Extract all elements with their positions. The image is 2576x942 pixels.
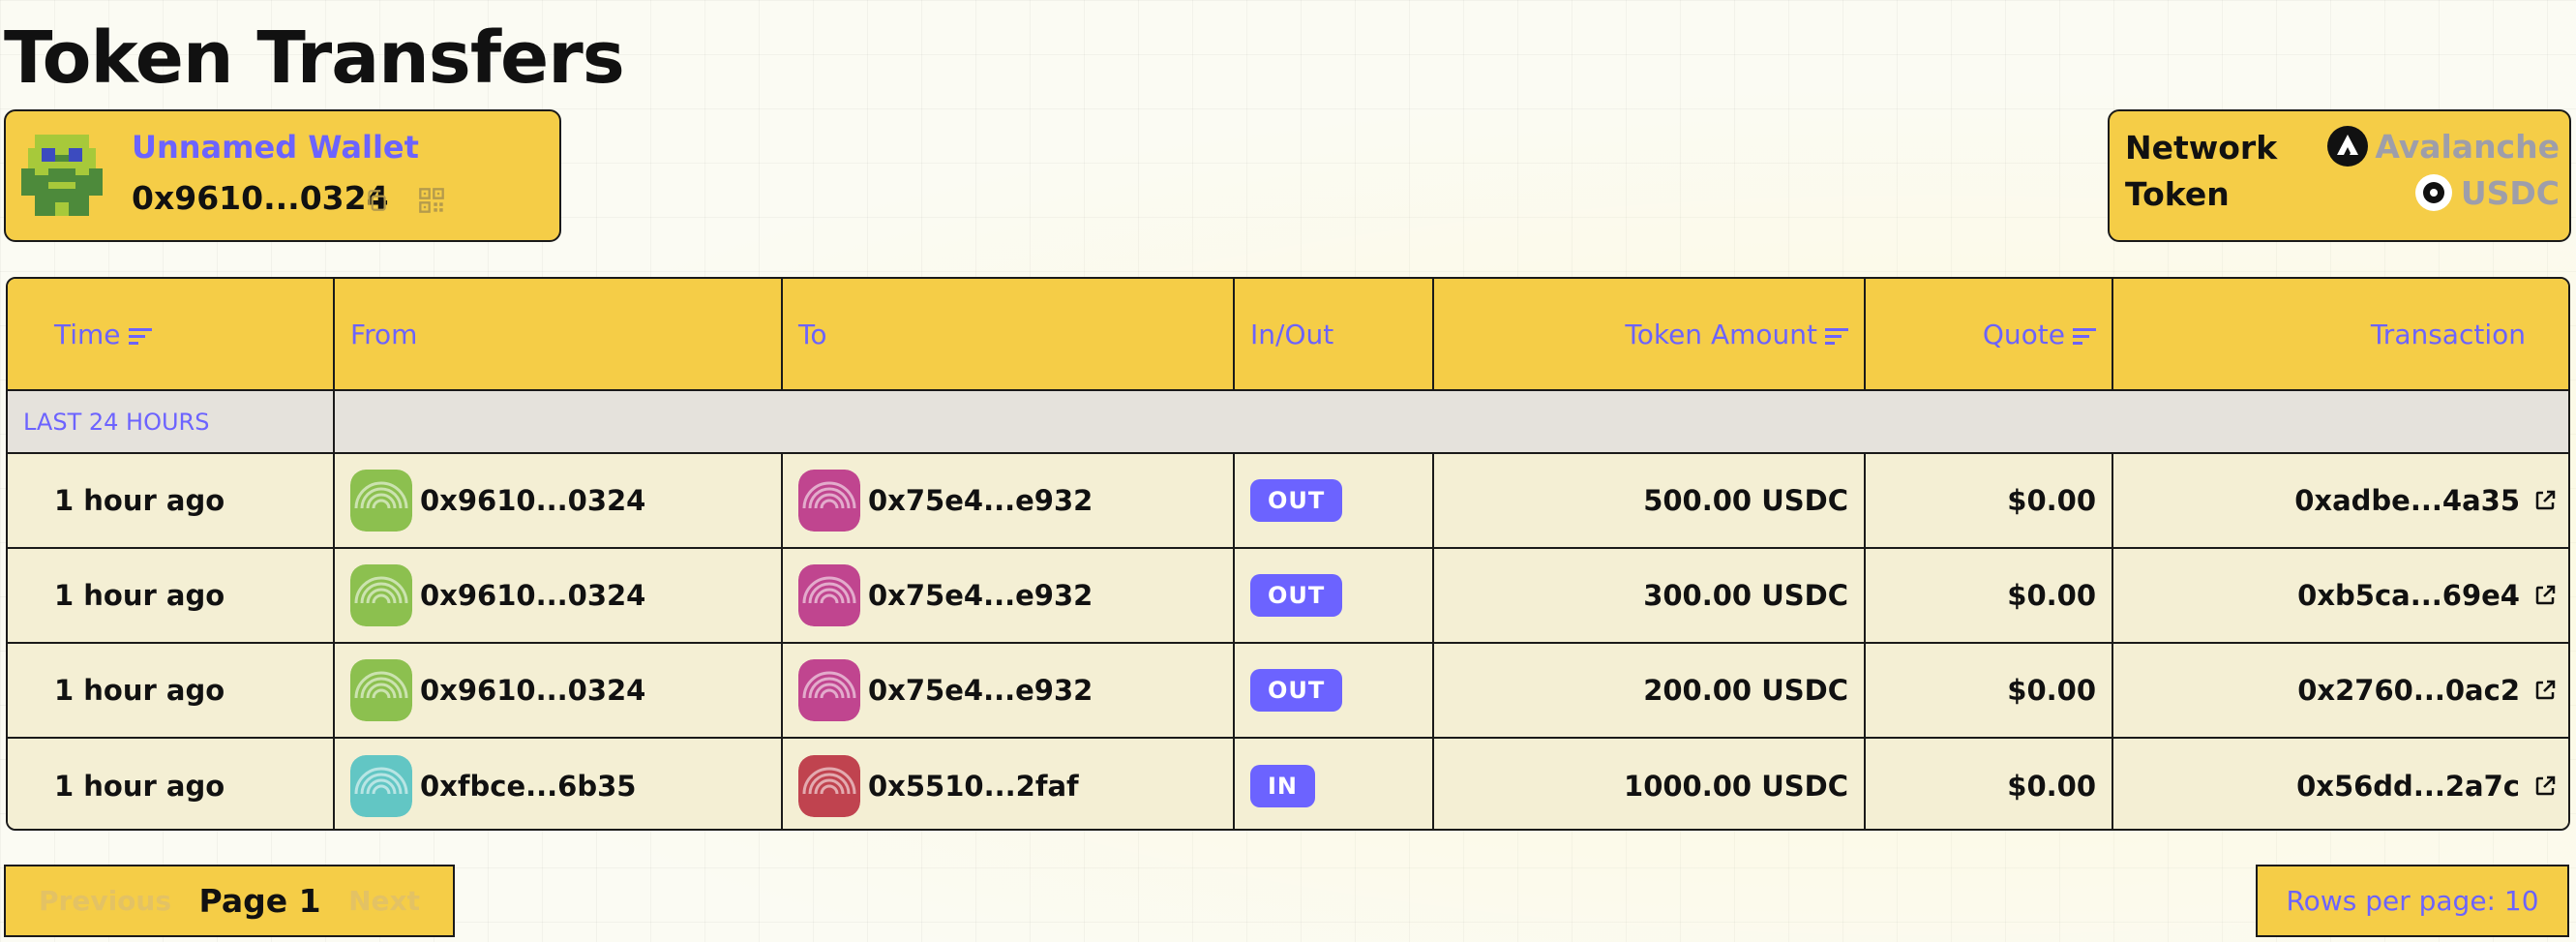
- to-cell[interactable]: 0x75e4...e932: [781, 547, 1235, 644]
- direction-badge: IN: [1250, 764, 1316, 807]
- time-cell: 1 hour ago: [8, 547, 335, 644]
- fingerprint-icon: [798, 564, 860, 626]
- fingerprint-icon: [350, 564, 412, 626]
- transaction-hash: 0xadbe...4a35: [2294, 484, 2520, 517]
- direction-cell: IN: [1233, 737, 1434, 829]
- direction-cell: OUT: [1233, 642, 1434, 739]
- wallet-avatar-icon: [21, 135, 103, 216]
- to-address: 0x5510...2faf: [868, 769, 1079, 803]
- to-address: 0x75e4...e932: [868, 674, 1093, 707]
- time-cell: 1 hour ago: [8, 737, 335, 829]
- token-label: Token: [2125, 175, 2230, 213]
- table-row: 1 hour ago 0x9610...0324 0x75e4...e932 OUT 5…: [8, 452, 2568, 549]
- qr-code-icon[interactable]: [418, 187, 445, 214]
- to-address: 0x75e4...e932: [868, 484, 1093, 517]
- sort-icon: [128, 327, 152, 345]
- quote-cell: $0.00: [1864, 737, 2113, 829]
- token-amount-cell: 500.00 USDC: [1432, 452, 1866, 549]
- from-cell[interactable]: 0x9610...0324: [333, 547, 783, 644]
- fingerprint-icon: [350, 754, 412, 817]
- column-header-from: From: [333, 279, 783, 391]
- fingerprint-icon: [798, 470, 860, 532]
- network-value: Avalanche: [2375, 127, 2560, 166]
- column-header-token-amount[interactable]: Token Amount: [1432, 279, 1866, 391]
- direction-badge: OUT: [1250, 669, 1343, 712]
- external-link-icon: [2535, 775, 2556, 795]
- table-header-row: Time From To In/Out Token Amount Quote T…: [8, 279, 2568, 391]
- transaction-cell[interactable]: 0xb5ca...69e4: [2112, 547, 2568, 644]
- wallet-name[interactable]: Unnamed Wallet: [132, 129, 419, 166]
- to-cell[interactable]: 0x5510...2faf: [781, 737, 1235, 829]
- external-link-icon: [2535, 490, 2556, 510]
- time-cell: 1 hour ago: [8, 452, 335, 549]
- fingerprint-icon: [350, 470, 412, 532]
- table-row: 1 hour ago 0x9610...0324 0x75e4...e932 OUT 3…: [8, 547, 2568, 644]
- time-cell: 1 hour ago: [8, 642, 335, 739]
- table-row: 1 hour ago 0xfbce...6b35 0x5510...2faf IN 10…: [8, 737, 2568, 829]
- token-amount-cell: 300.00 USDC: [1432, 547, 1866, 644]
- direction-badge: OUT: [1250, 479, 1343, 522]
- direction-cell: OUT: [1233, 452, 1434, 549]
- from-address: 0x9610...0324: [420, 484, 646, 517]
- external-link-icon: [2535, 680, 2556, 700]
- next-button[interactable]: Next: [348, 885, 420, 917]
- wallet-card: Unnamed Wallet 0x9610...0324: [4, 109, 561, 242]
- network-token-card: Network Avalanche Token USDC: [2108, 109, 2571, 242]
- from-cell[interactable]: 0xfbce...6b35: [333, 737, 783, 829]
- transaction-link[interactable]: 0xb5ca...69e4: [2297, 579, 2557, 612]
- transaction-link[interactable]: 0x56dd...2a7c: [2296, 770, 2557, 803]
- transfers-table: Time From To In/Out Token Amount Quote T…: [6, 277, 2570, 831]
- fingerprint-icon: [798, 754, 860, 817]
- page-title: Token Transfers: [4, 16, 625, 100]
- token-selector[interactable]: USDC: [2412, 171, 2560, 214]
- network-label: Network: [2125, 129, 2278, 167]
- sort-icon: [2073, 327, 2096, 345]
- rows-per-page-select[interactable]: Rows per page: 10: [2256, 865, 2569, 937]
- direction-cell: OUT: [1233, 547, 1434, 644]
- column-header-to: To: [781, 279, 1235, 391]
- copy-icon[interactable]: [364, 188, 389, 213]
- transaction-link[interactable]: 0xadbe...4a35: [2294, 484, 2557, 517]
- table-row: 1 hour ago 0x9610...0324 0x75e4...e932 OUT 2…: [8, 642, 2568, 739]
- transaction-hash: 0xb5ca...69e4: [2297, 579, 2520, 612]
- network-selector[interactable]: Avalanche: [2326, 125, 2560, 167]
- external-link-icon: [2535, 585, 2556, 605]
- quote-cell: $0.00: [1864, 547, 2113, 644]
- quote-cell: $0.00: [1864, 452, 2113, 549]
- to-address: 0x75e4...e932: [868, 579, 1093, 612]
- fingerprint-icon: [798, 659, 860, 721]
- column-header-quote[interactable]: Quote: [1864, 279, 2113, 391]
- avalanche-icon: [2327, 126, 2369, 167]
- from-cell[interactable]: 0x9610...0324: [333, 642, 783, 739]
- token-value: USDC: [2460, 173, 2560, 212]
- transaction-cell[interactable]: 0xadbe...4a35: [2112, 452, 2568, 549]
- current-page: Page 1: [198, 882, 321, 920]
- from-address: 0xfbce...6b35: [420, 769, 637, 803]
- pagination: Previous Page 1 Next: [4, 865, 455, 937]
- wallet-address: 0x9610...0324: [132, 179, 389, 217]
- sort-icon: [1825, 327, 1848, 345]
- from-address: 0x9610...0324: [420, 674, 646, 707]
- previous-button[interactable]: Previous: [39, 885, 171, 917]
- transaction-hash: 0x56dd...2a7c: [2296, 769, 2520, 803]
- transaction-cell[interactable]: 0x56dd...2a7c: [2112, 737, 2568, 829]
- column-header-time[interactable]: Time: [8, 279, 335, 391]
- to-cell[interactable]: 0x75e4...e932: [781, 642, 1235, 739]
- group-label: LAST 24 HOURS: [8, 389, 335, 454]
- from-cell[interactable]: 0x9610...0324: [333, 452, 783, 549]
- column-header-in-out: In/Out: [1233, 279, 1434, 391]
- transaction-link[interactable]: 0x2760...0ac2: [2297, 674, 2557, 707]
- token-amount-cell: 200.00 USDC: [1432, 642, 1866, 739]
- direction-badge: OUT: [1250, 574, 1343, 617]
- from-address: 0x9610...0324: [420, 579, 646, 612]
- to-cell[interactable]: 0x75e4...e932: [781, 452, 1235, 549]
- token-amount-cell: 1000.00 USDC: [1432, 737, 1866, 829]
- quote-cell: $0.00: [1864, 642, 2113, 739]
- group-row: LAST 24 HOURS: [8, 389, 2568, 454]
- usdc-icon: [2414, 174, 2452, 211]
- transaction-hash: 0x2760...0ac2: [2297, 674, 2520, 707]
- transaction-cell[interactable]: 0x2760...0ac2: [2112, 642, 2568, 739]
- column-header-transaction: Transaction: [2112, 279, 2568, 391]
- fingerprint-icon: [350, 659, 412, 721]
